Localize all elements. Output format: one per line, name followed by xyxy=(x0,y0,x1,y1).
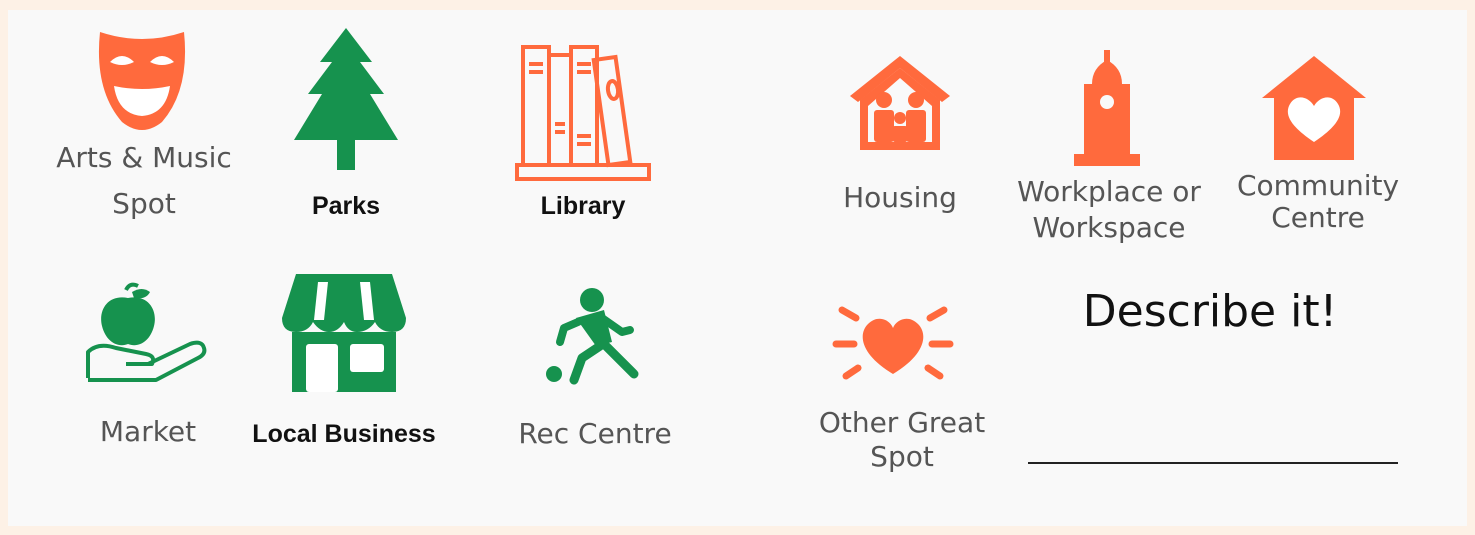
soccer-player-icon xyxy=(546,288,639,385)
family-house-icon xyxy=(850,56,950,150)
community-label: Community Centre xyxy=(1236,169,1400,235)
local-business-label: Local Business xyxy=(252,420,436,448)
other-spot-label: Other Great Spot xyxy=(818,406,986,473)
arts-music-label: Arts & Music Spot xyxy=(56,141,232,221)
answer-blank-line[interactable] xyxy=(1028,462,1398,464)
apple-in-hand-icon xyxy=(86,282,207,382)
describe-prompt: Describe it! xyxy=(1082,286,1338,337)
clock-tower-icon xyxy=(1074,50,1140,166)
books-icon xyxy=(515,45,651,181)
radiant-heart-icon xyxy=(832,306,954,380)
pine-tree-icon xyxy=(294,28,398,170)
library-label: Library xyxy=(540,192,626,220)
heart-house-icon xyxy=(1262,56,1366,160)
theater-mask-icon xyxy=(98,32,186,130)
market-label: Market xyxy=(99,415,197,448)
housing-label: Housing xyxy=(843,181,957,214)
places-legend-panel xyxy=(8,10,1467,526)
parks-label: Parks xyxy=(311,192,381,220)
rec-centre-label: Rec Centre xyxy=(518,417,672,450)
workplace-label: Workplace or Workspace xyxy=(1017,175,1201,245)
storefront-icon xyxy=(282,274,406,392)
